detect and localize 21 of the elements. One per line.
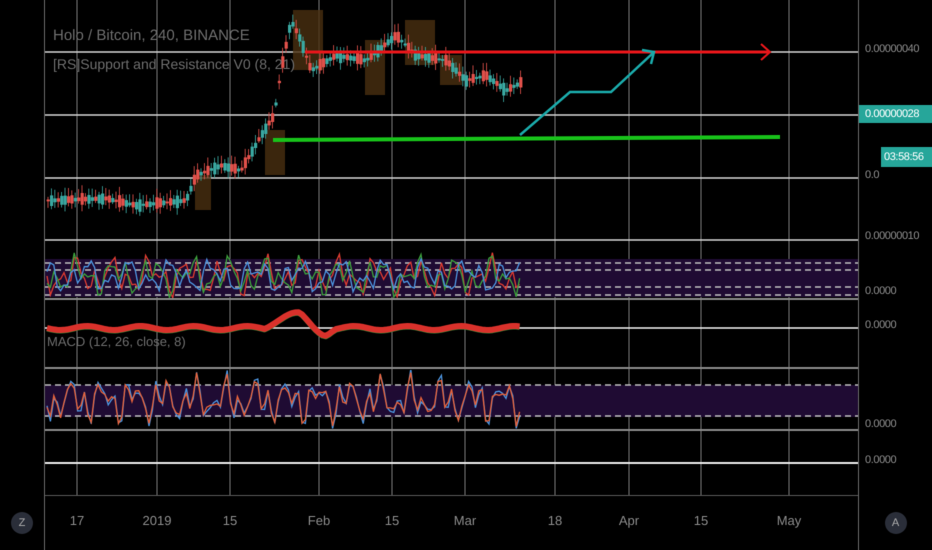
time-label: Mar [454, 513, 476, 528]
time-label: 18 [548, 513, 562, 528]
price-label: 0.0 [865, 169, 880, 181]
time-label: 2019 [142, 513, 172, 528]
scale-label: 0.0000 [865, 319, 896, 331]
time-label: 17 [70, 513, 84, 528]
scale-label: 0.0000 [865, 418, 896, 430]
zoom-button[interactable]: Z [11, 512, 33, 534]
scale-label: 0.0000 [865, 454, 896, 466]
scale-label: 0.0000 [865, 285, 896, 297]
time-label: 15 [222, 513, 238, 528]
last-price-label: 0.00000028 [859, 105, 932, 123]
time-label: 15 [694, 513, 708, 528]
time-label: 15 [384, 513, 400, 528]
price-label: 0.00000010 [865, 230, 920, 242]
time-label: May [776, 513, 802, 528]
auto-scale-button[interactable]: A [884, 512, 906, 534]
price-label: 0.00000040 [865, 43, 920, 55]
time-label: Feb [308, 513, 330, 528]
time-label: Apr [618, 513, 640, 528]
countdown-label: 03:58:56 [881, 147, 932, 167]
